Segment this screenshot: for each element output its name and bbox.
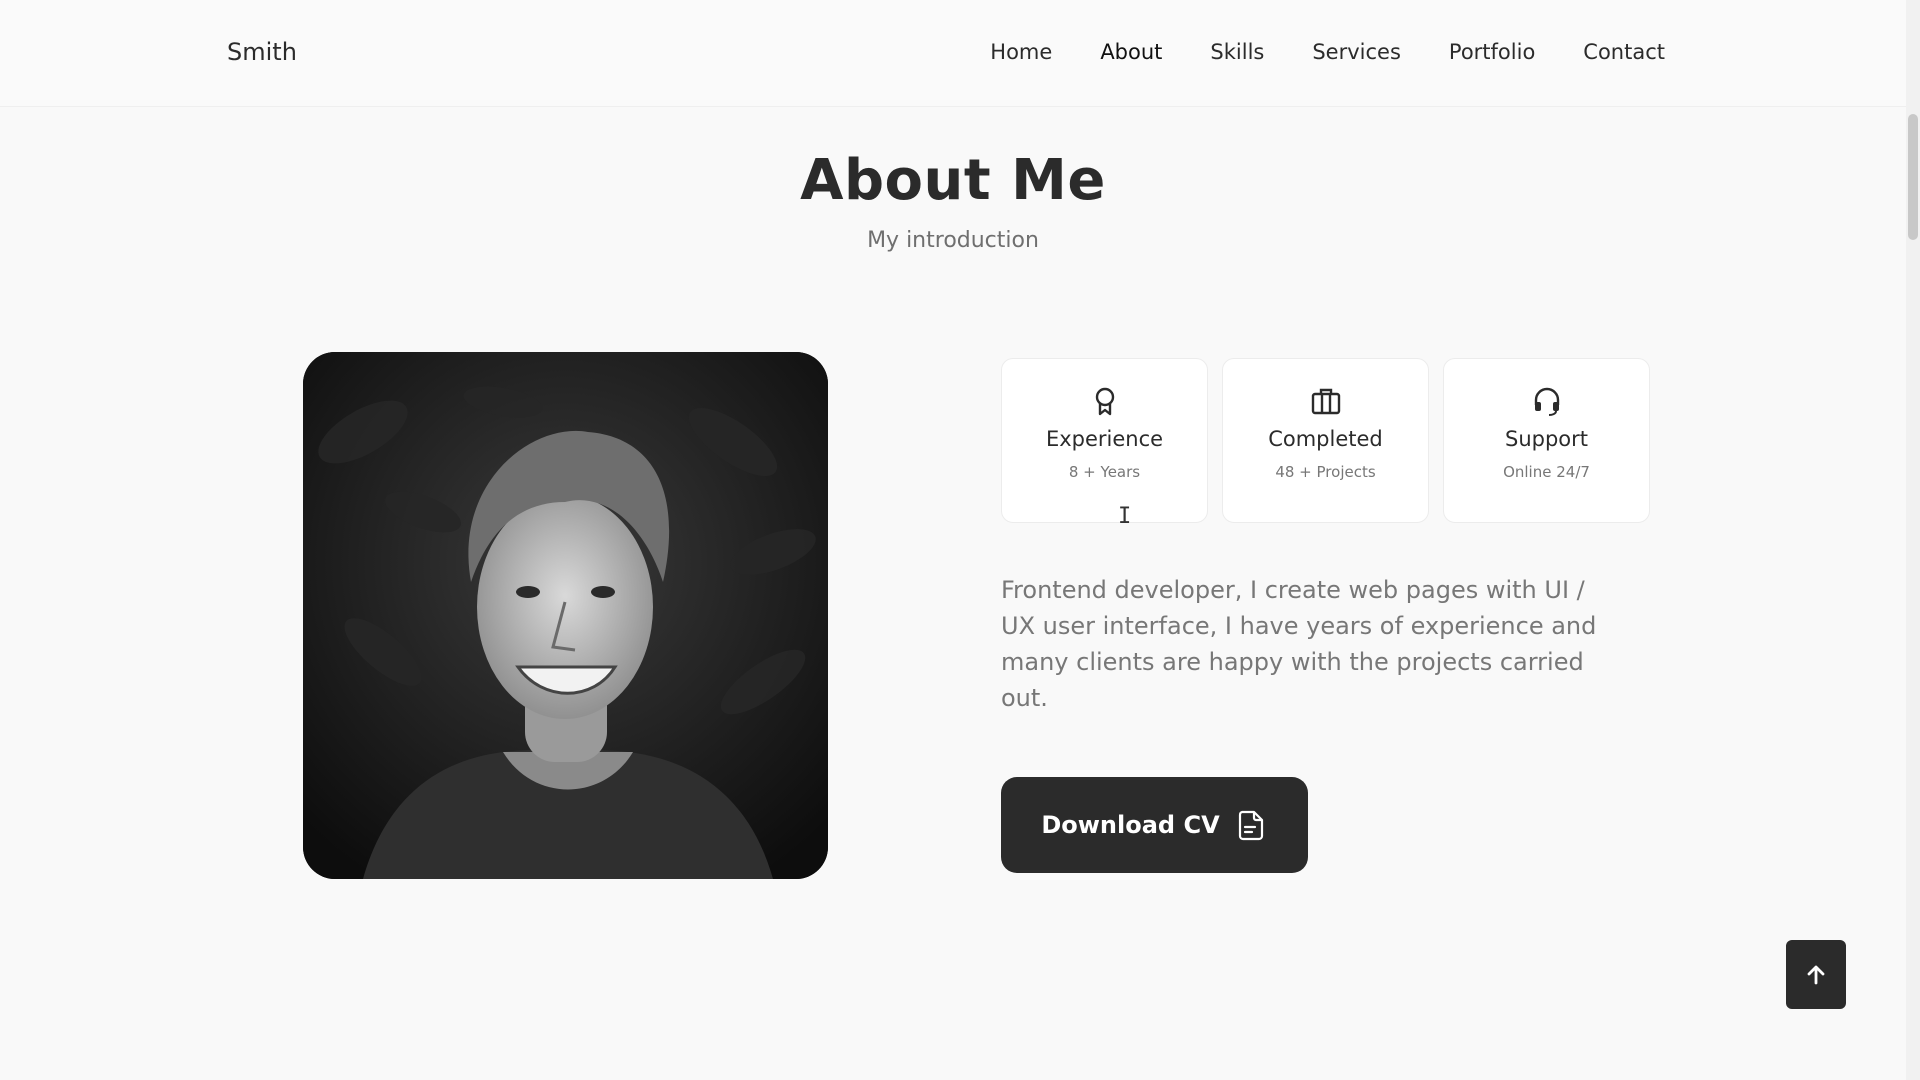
card-experience: Experience 8 + Years — [1001, 358, 1208, 523]
download-cv-button[interactable]: Download CV — [1001, 777, 1308, 873]
card-completed: Completed 48 + Projects — [1222, 358, 1429, 523]
header: Smith Home About Skills Services Portfol… — [0, 0, 1906, 107]
section-title: About Me — [800, 148, 1106, 213]
nav-link-services[interactable]: Services — [1312, 40, 1401, 64]
card-subtitle: 48 + Projects — [1275, 463, 1376, 481]
nav-link-contact[interactable]: Contact — [1583, 40, 1665, 64]
text-cursor-icon: I — [1118, 504, 1132, 529]
profile-photo — [303, 352, 828, 879]
scrollbar-thumb[interactable] — [1908, 114, 1918, 240]
nav-link-skills[interactable]: Skills — [1210, 40, 1264, 64]
card-title: Experience — [1045, 427, 1164, 451]
card-subtitle: Online 24/7 — [1503, 463, 1590, 481]
main-nav: Home About Skills Services Portfolio Con… — [990, 40, 1665, 64]
scroll-up-button[interactable] — [1786, 940, 1846, 1009]
nav-link-portfolio[interactable]: Portfolio — [1449, 40, 1535, 64]
card-title: Support — [1504, 427, 1588, 451]
nav-link-home[interactable]: Home — [990, 40, 1052, 64]
logo[interactable]: Smith — [227, 38, 297, 66]
profile-photo-image — [303, 352, 828, 879]
arrow-up-icon — [1807, 965, 1825, 984]
page: Smith Home About Skills Services Portfol… — [0, 0, 1920, 1080]
award-icon — [1095, 387, 1114, 416]
headset-icon — [1534, 387, 1559, 416]
document-icon — [1238, 810, 1263, 841]
scrollbar[interactable] — [1906, 0, 1920, 1080]
info-cards: Experience 8 + Years Completed 48 + Proj… — [1001, 358, 1650, 523]
card-subtitle: 8 + Years — [1068, 463, 1141, 481]
about-description: Frontend developer, I create web pages w… — [1001, 576, 1597, 712]
briefcase-icon — [1311, 388, 1340, 415]
section-subtitle: My introduction — [867, 228, 1039, 253]
download-cv-label: Download CV — [1041, 811, 1220, 839]
card-title: Completed — [1268, 427, 1383, 451]
nav-link-about[interactable]: About — [1100, 40, 1162, 64]
card-support: Support Online 24/7 — [1443, 358, 1650, 523]
